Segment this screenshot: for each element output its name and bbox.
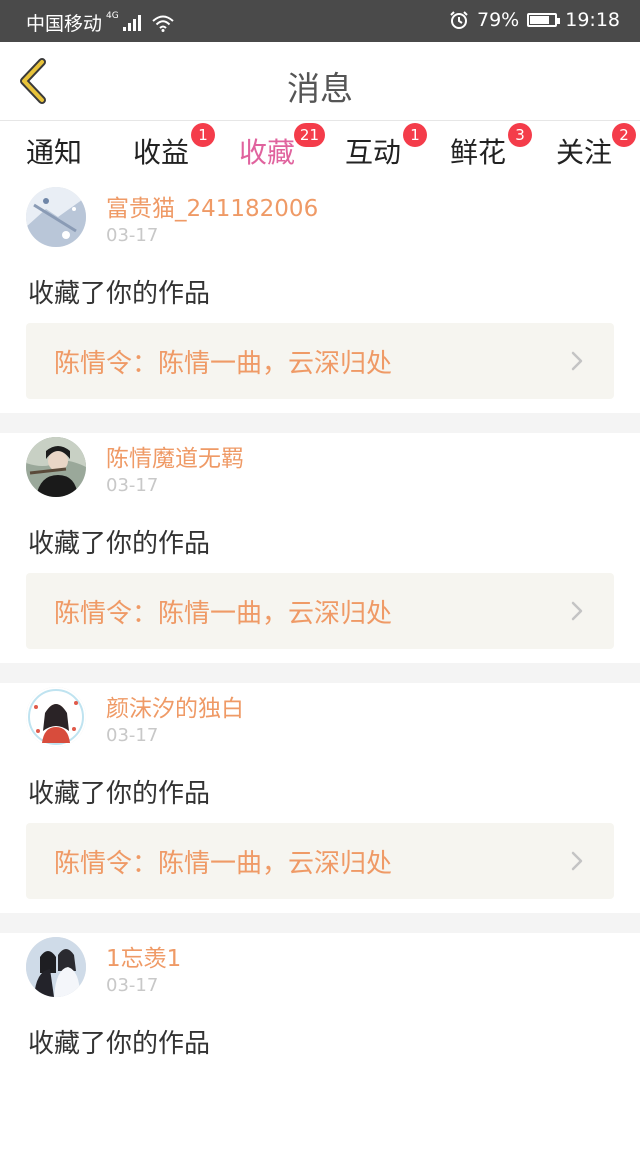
- divider: [0, 663, 640, 683]
- tab-notification[interactable]: 通知: [26, 131, 82, 171]
- battery-icon: [527, 13, 561, 27]
- avatar[interactable]: [26, 687, 86, 747]
- username[interactable]: 富贵猫_241182006: [106, 189, 318, 223]
- status-right: 79% 19:18: [449, 9, 620, 31]
- tab-favorites[interactable]: 收藏 21: [239, 123, 326, 187]
- avatar[interactable]: [26, 437, 86, 497]
- chevron-right-icon: [571, 851, 583, 871]
- list-item: 1忘羡1 03-17 收藏了你的作品: [0, 933, 640, 1163]
- tab-earnings[interactable]: 收益 1: [133, 123, 216, 171]
- signal-icon: [122, 14, 141, 31]
- tab-interaction[interactable]: 互动 1: [345, 123, 428, 171]
- unread-badge: 1: [403, 123, 428, 147]
- work-title: 陈情令：陈情一曲，云深归处: [54, 849, 393, 879]
- unread-badge: 3: [508, 123, 533, 147]
- status-left: 中国移动 4G: [26, 9, 175, 36]
- nav-bar: 消息: [0, 42, 640, 121]
- chevron-right-icon: [571, 351, 583, 371]
- page-title: 消息: [287, 69, 353, 108]
- unread-badge: 2: [612, 123, 637, 147]
- action-text: 收藏了你的作品: [28, 779, 211, 809]
- timestamp: 03-17: [106, 975, 159, 996]
- tab-label: 通知: [26, 136, 83, 169]
- work-link[interactable]: 陈情令：陈情一曲，云深归处: [26, 823, 614, 899]
- username[interactable]: 1忘羡1: [106, 939, 181, 973]
- work-link[interactable]: 陈情令：陈情一曲，云深归处: [26, 323, 614, 399]
- action-text: 收藏了你的作品: [28, 529, 211, 559]
- avatar[interactable]: [26, 187, 86, 247]
- tab-label: 关注: [556, 136, 613, 169]
- avatar[interactable]: [26, 937, 86, 997]
- username[interactable]: 陈情魔道无羁: [106, 439, 244, 473]
- message-list: 富贵猫_241182006 03-17 收藏了你的作品 陈情令：陈情一曲，云深归…: [0, 183, 640, 1163]
- action-text: 收藏了你的作品: [28, 279, 211, 309]
- action-text: 收藏了你的作品: [28, 1029, 211, 1059]
- list-item: 陈情魔道无羁 03-17 收藏了你的作品 陈情令：陈情一曲，云深归处: [0, 433, 640, 663]
- alarm-icon: [450, 11, 468, 29]
- list-item: 颜沫汐的独白 03-17 收藏了你的作品 陈情令：陈情一曲，云深归处: [0, 683, 640, 913]
- username[interactable]: 颜沫汐的独白: [106, 689, 244, 723]
- chevron-right-icon: [571, 601, 583, 621]
- timestamp: 03-17: [106, 725, 159, 746]
- list-item: 富贵猫_241182006 03-17 收藏了你的作品 陈情令：陈情一曲，云深归…: [0, 183, 640, 413]
- clock: 19:18: [565, 9, 620, 31]
- avatar-image: [26, 687, 86, 747]
- divider: [0, 413, 640, 433]
- divider: [0, 913, 640, 933]
- timestamp: 03-17: [106, 225, 159, 246]
- work-link[interactable]: 陈情令：陈情一曲，云深归处: [26, 573, 614, 649]
- status-bar: 中国移动 4G 79% 19:18: [0, 0, 640, 42]
- wifi-icon: [152, 15, 174, 32]
- tab-follow[interactable]: 关注 2: [556, 123, 637, 171]
- avatar-image: [26, 937, 86, 997]
- tab-label: 收藏: [239, 136, 296, 169]
- network-type: 4G: [106, 10, 119, 21]
- tab-bar: 通知 收益 1 收藏 21 互动 1 鲜花 3 关注 2: [0, 121, 640, 187]
- tab-flowers[interactable]: 鲜花 3: [450, 123, 533, 171]
- work-title: 陈情令：陈情一曲，云深归处: [54, 349, 393, 379]
- work-title: 陈情令：陈情一曲，云深归处: [54, 599, 393, 629]
- tab-label: 鲜花: [450, 136, 507, 169]
- tab-label: 互动: [345, 136, 402, 169]
- tab-label: 收益: [133, 136, 190, 169]
- avatar-image: [26, 437, 86, 497]
- timestamp: 03-17: [106, 475, 159, 496]
- unread-badge: 1: [191, 123, 216, 147]
- avatar-image: [26, 187, 86, 247]
- unread-badge: 21: [293, 123, 326, 147]
- battery-percent: 79%: [477, 9, 520, 31]
- carrier-label: 中国移动: [26, 13, 103, 35]
